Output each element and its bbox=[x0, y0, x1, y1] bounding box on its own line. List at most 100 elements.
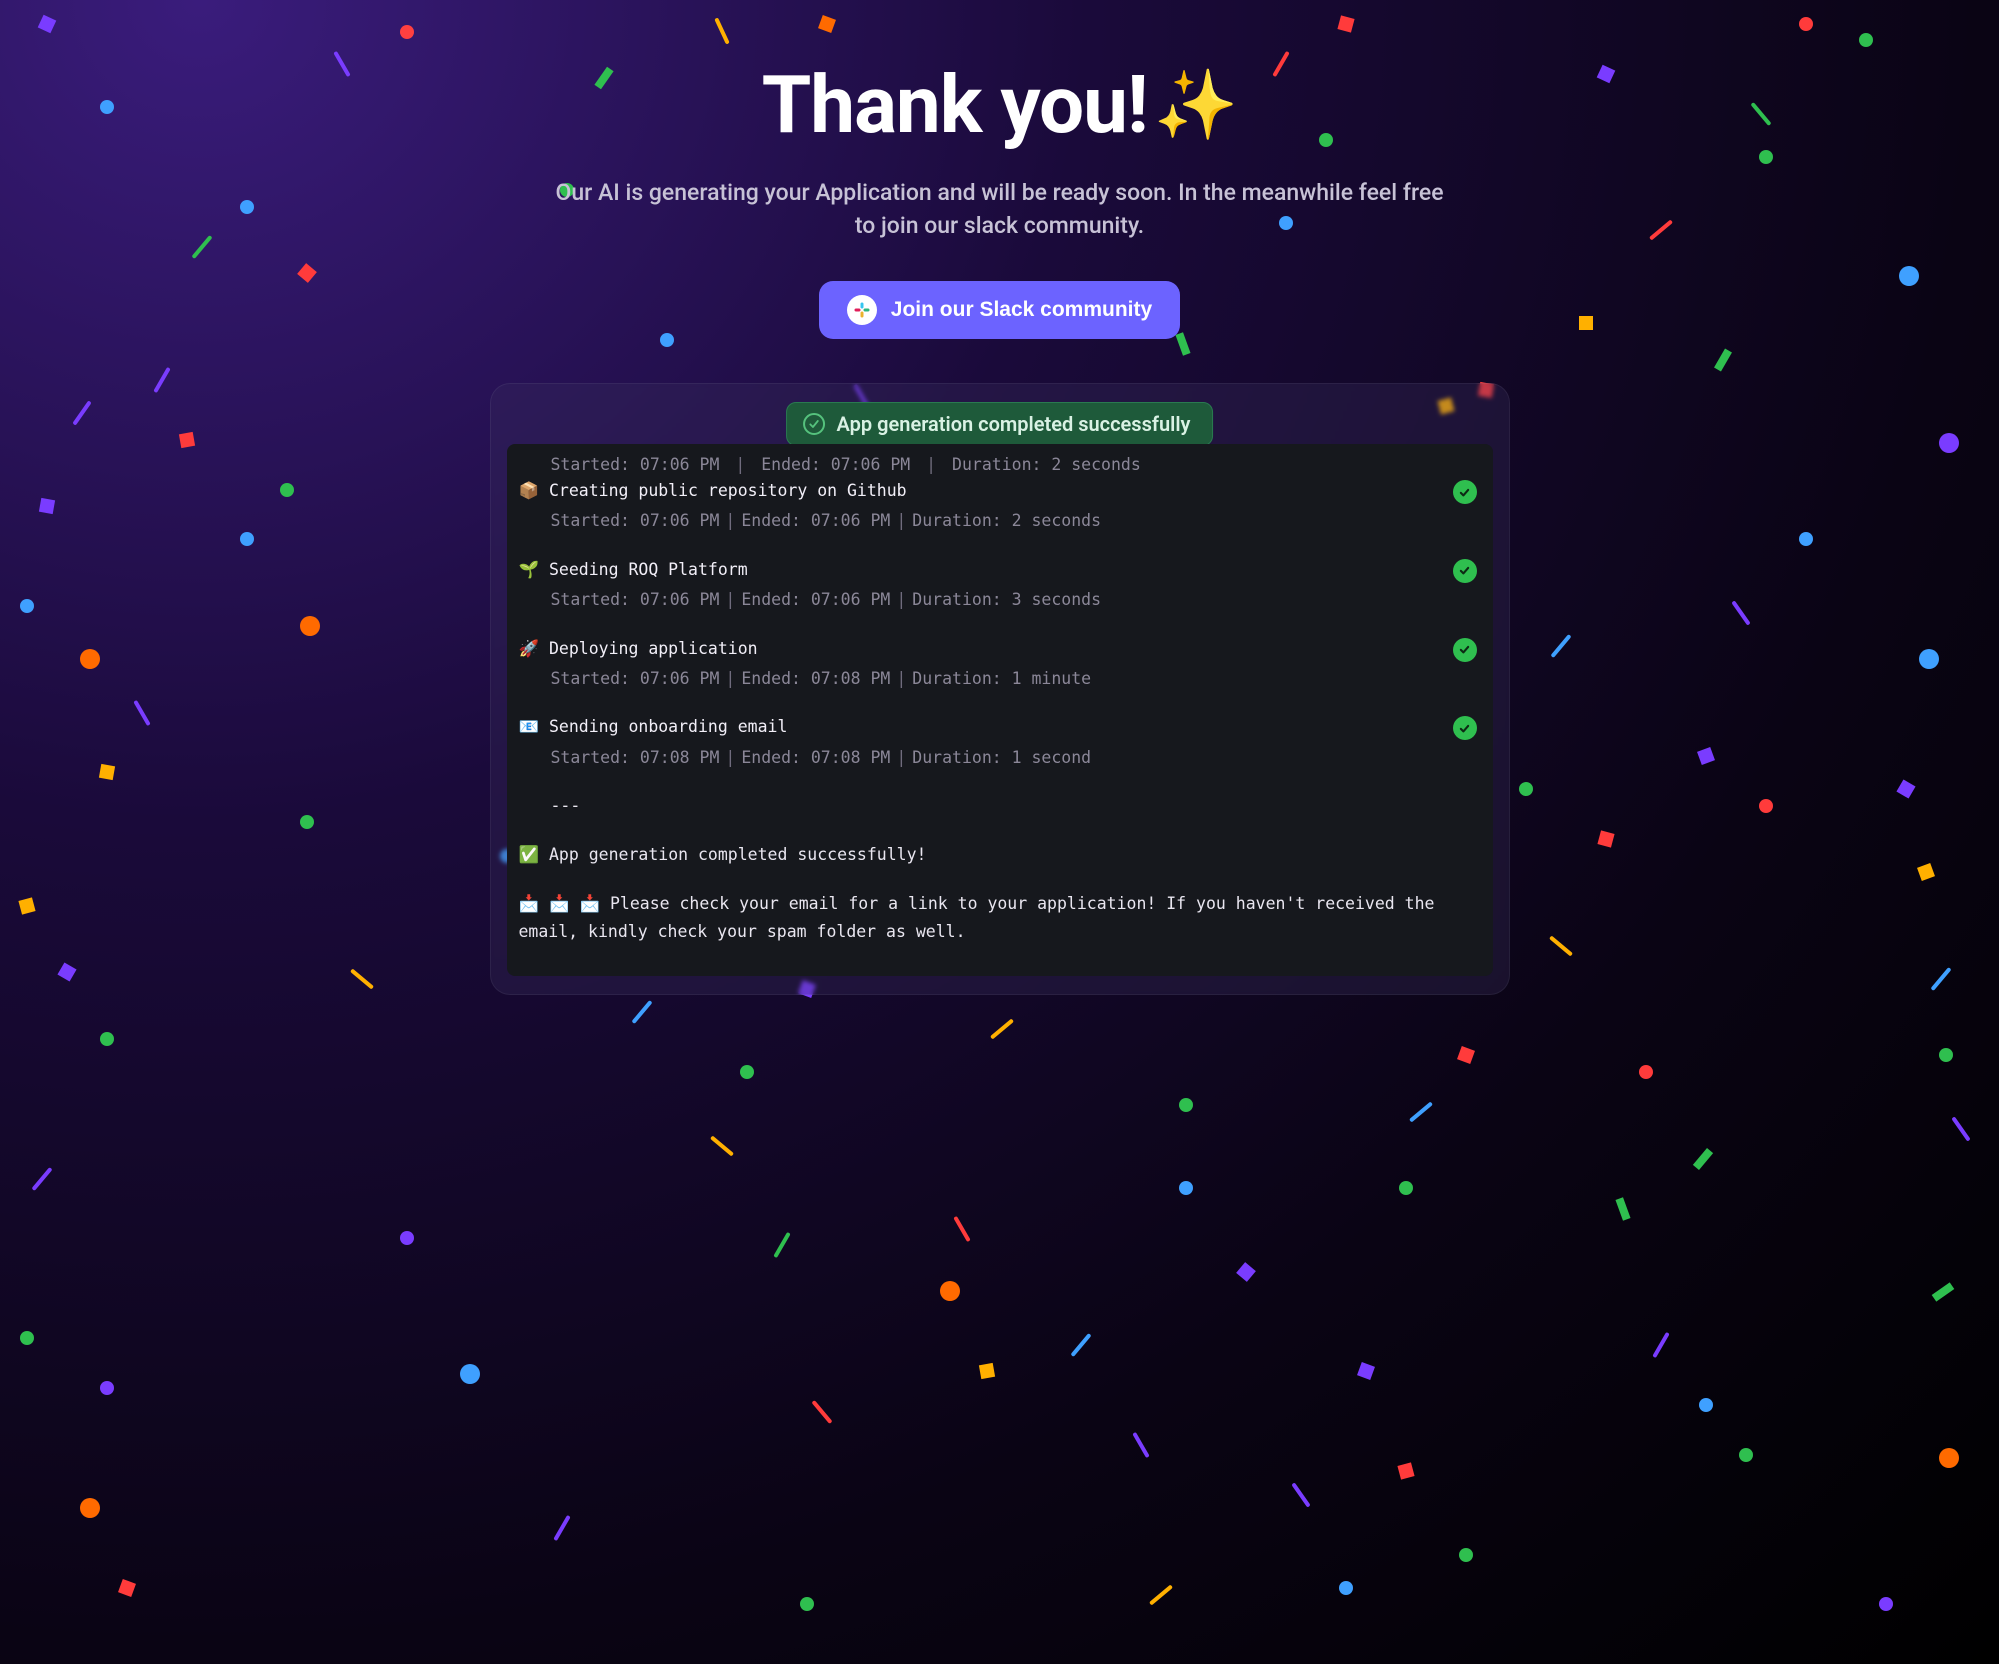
meta-duration: Duration: 3 seconds bbox=[912, 590, 1101, 609]
meta-duration: Duration: 1 minute bbox=[912, 669, 1091, 688]
page: Thank you! ✨ Our AI is generating your A… bbox=[0, 0, 1999, 1002]
confetti-piece bbox=[118, 1579, 136, 1597]
task-meta: Started: 07:06 PM|Ended: 07:08 PM|Durati… bbox=[519, 666, 1437, 692]
check-icon bbox=[1453, 559, 1477, 583]
confetti-piece bbox=[1409, 1102, 1433, 1123]
page-title: Thank you! ✨ bbox=[762, 58, 1238, 152]
meta-ended: Ended: 07:08 PM bbox=[741, 748, 890, 767]
final-success-line: ✅ App generation completed successfully! bbox=[519, 842, 1481, 868]
confetti-piece bbox=[1939, 1448, 1959, 1468]
meta-started: Started: 07:08 PM bbox=[551, 748, 720, 767]
confetti-piece bbox=[1399, 1181, 1413, 1195]
meta-sep: | bbox=[719, 669, 741, 688]
task-title: 🌱 Seeding ROQ Platform bbox=[519, 557, 1437, 583]
task-meta: Started: 07:06 PM|Ended: 07:06 PM|Durati… bbox=[519, 587, 1437, 613]
terminal-output[interactable]: Started: 07:06 PM | Ended: 07:06 PM | Du… bbox=[507, 444, 1493, 976]
confetti-piece bbox=[940, 1281, 960, 1301]
check-circle-icon bbox=[803, 413, 825, 435]
confetti-piece bbox=[100, 1032, 114, 1046]
meta-started: Started: 07:06 PM bbox=[551, 511, 720, 530]
confetti-piece bbox=[953, 1216, 970, 1242]
meta-ended: Ended: 07:06 PM bbox=[741, 511, 890, 530]
confetti-piece bbox=[1639, 1065, 1653, 1079]
task-meta: Started: 07:08 PM|Ended: 07:08 PM|Durati… bbox=[519, 745, 1437, 771]
final-message: 📩 📩 📩 Please check your email for a link… bbox=[519, 890, 1481, 946]
meta-sep: | bbox=[890, 590, 912, 609]
confetti-piece bbox=[1459, 1548, 1473, 1562]
confetti-piece bbox=[978, 1363, 994, 1379]
confetti-piece bbox=[1292, 1482, 1311, 1507]
confetti-piece bbox=[400, 1231, 414, 1245]
meta-ended: Ended: 07:06 PM bbox=[761, 455, 910, 474]
meta-sep: | bbox=[729, 455, 751, 474]
confetti-piece bbox=[460, 1364, 480, 1384]
mail-emoji: 📩 📩 📩 bbox=[519, 894, 601, 913]
meta-sep: | bbox=[890, 669, 912, 688]
mail-text: Please check your email for a link to yo… bbox=[519, 894, 1435, 941]
meta-started: Started: 07:06 PM bbox=[551, 455, 720, 474]
confetti-piece bbox=[1357, 1362, 1375, 1380]
meta-duration: Duration: 1 second bbox=[912, 748, 1091, 767]
confetti-piece bbox=[1071, 1333, 1092, 1357]
confetti-piece bbox=[631, 1000, 652, 1024]
task-title: 📦 Creating public repository on Github bbox=[519, 478, 1437, 504]
confetti-piece bbox=[1179, 1098, 1193, 1112]
confetti-piece bbox=[1616, 1197, 1631, 1220]
confetti-piece bbox=[1237, 1262, 1257, 1282]
confetti-piece bbox=[1939, 1048, 1953, 1062]
confetti-piece bbox=[710, 1135, 734, 1156]
confetti-piece bbox=[800, 1597, 814, 1611]
terminal-divider: --- bbox=[519, 793, 1481, 819]
task-row: 📦 Creating public repository on Github St… bbox=[519, 478, 1481, 535]
check-icon bbox=[1453, 480, 1477, 504]
confetti-piece bbox=[811, 1400, 832, 1424]
confetti-piece bbox=[1951, 1116, 1970, 1141]
terminal-card: App generation completed successfully St… bbox=[490, 383, 1510, 995]
meta-ended: Ended: 07:06 PM bbox=[741, 590, 890, 609]
meta-sep: | bbox=[890, 511, 912, 530]
meta-sep: | bbox=[890, 748, 912, 767]
meta-sep: | bbox=[920, 455, 942, 474]
confetti-piece bbox=[80, 1498, 100, 1518]
join-slack-button[interactable]: Join our Slack community bbox=[819, 281, 1180, 339]
task-row: 🚀 Deploying application Started: 07:06 PM… bbox=[519, 636, 1481, 693]
task-title: 📧 Sending onboarding email bbox=[519, 714, 1437, 740]
meta-sep: | bbox=[719, 511, 741, 530]
confetti-piece bbox=[100, 1381, 114, 1395]
confetti-piece bbox=[1339, 1581, 1353, 1595]
meta-started: Started: 07:06 PM bbox=[551, 669, 720, 688]
slack-icon bbox=[847, 295, 877, 325]
task-meta: Started: 07:06 PM|Ended: 07:06 PM|Durati… bbox=[519, 508, 1437, 534]
task-row: 🌱 Seeding ROQ Platform Started: 07:06 PM|… bbox=[519, 557, 1481, 614]
confetti-piece bbox=[1693, 1148, 1713, 1170]
title-text: Thank you! bbox=[762, 58, 1148, 152]
sparkle-icon: ✨ bbox=[1154, 71, 1238, 139]
meta-sep: | bbox=[719, 590, 741, 609]
meta-sep: | bbox=[719, 748, 741, 767]
confetti-piece bbox=[1133, 1432, 1150, 1458]
confetti-piece bbox=[1652, 1332, 1669, 1358]
confetti-piece bbox=[31, 1167, 52, 1191]
confetti-piece bbox=[553, 1515, 570, 1541]
subtitle: Our AI is generating your Application an… bbox=[550, 176, 1450, 243]
confetti-piece bbox=[989, 1019, 1013, 1040]
confetti-piece bbox=[1879, 1597, 1893, 1611]
success-emoji: ✅ bbox=[519, 845, 540, 864]
meta-ended: Ended: 07:08 PM bbox=[741, 669, 890, 688]
status-pill: App generation completed successfully bbox=[786, 402, 1214, 446]
prior-task-meta: Started: 07:06 PM | Ended: 07:06 PM | Du… bbox=[519, 452, 1481, 478]
confetti-piece bbox=[773, 1232, 790, 1258]
status-pill-text: App generation completed successfully bbox=[837, 412, 1191, 436]
confetti-piece bbox=[1932, 1283, 1955, 1302]
confetti-piece bbox=[1149, 1584, 1173, 1605]
confetti-piece bbox=[740, 1065, 754, 1079]
check-icon bbox=[1453, 638, 1477, 662]
confetti-piece bbox=[1398, 1463, 1415, 1480]
confetti-piece bbox=[1457, 1046, 1475, 1064]
task-title: 🚀 Deploying application bbox=[519, 636, 1437, 662]
join-slack-label: Join our Slack community bbox=[891, 298, 1152, 322]
meta-duration: Duration: 2 seconds bbox=[952, 455, 1141, 474]
confetti-piece bbox=[1179, 1181, 1193, 1195]
check-icon bbox=[1453, 716, 1477, 740]
confetti-piece bbox=[20, 1331, 34, 1345]
